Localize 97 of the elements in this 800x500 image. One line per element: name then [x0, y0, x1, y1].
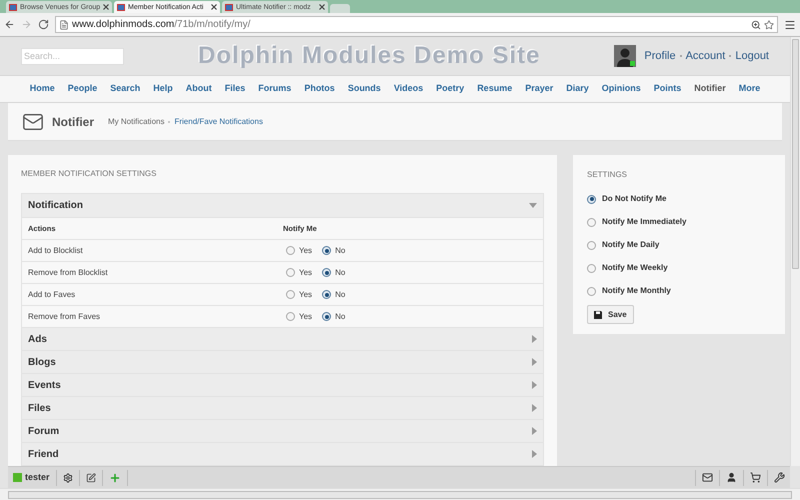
radio-button[interactable]: [286, 268, 295, 277]
caret-right-icon: [532, 404, 537, 412]
site-title: Dolphin Modules Demo Site: [197, 41, 542, 71]
cart-icon[interactable]: [750, 472, 761, 483]
search-field[interactable]: Search...: [21, 48, 124, 64]
close-icon[interactable]: [103, 4, 109, 10]
radio-label: Yes: [299, 244, 312, 256]
nav-link[interactable]: Forums: [258, 82, 292, 96]
user-icon[interactable]: [726, 472, 737, 483]
nav-link[interactable]: Opinions: [602, 82, 641, 96]
address-field[interactable]: www.dolphinmods.com/71b/m/notify/my/: [55, 16, 778, 33]
zoom-icon[interactable]: [751, 20, 761, 30]
horizontal-scrollbar[interactable]: [0, 488, 800, 500]
radio-button[interactable]: [587, 194, 596, 204]
action-label: Add to Blocklist: [28, 244, 84, 256]
accordion-header[interactable]: Forum: [22, 420, 543, 443]
radio-label: Yes: [299, 310, 312, 322]
nav-link[interactable]: Resume: [477, 82, 512, 96]
page-icon: [59, 20, 69, 30]
save-button[interactable]: Save: [587, 305, 634, 324]
site-favicon-icon: [225, 4, 233, 10]
vertical-scrollbar[interactable]: [790, 37, 800, 466]
radio-label: No: [335, 266, 346, 278]
action-label: Add to Faves: [28, 288, 76, 300]
nav-link[interactable]: People: [68, 82, 98, 96]
radio-button[interactable]: [587, 218, 596, 226]
nav-link[interactable]: Home: [30, 82, 55, 96]
action-label: Remove from Faves: [28, 310, 102, 322]
radio-label: Do Not Notify Me: [602, 193, 666, 205]
caret-right-icon: [532, 358, 537, 366]
accordion-header[interactable]: Ads: [22, 328, 543, 351]
radio-label: No: [335, 244, 346, 256]
status-square-icon: [13, 473, 22, 482]
radio-label: No: [335, 310, 346, 322]
wrench-icon[interactable]: [774, 472, 785, 483]
site-favicon-icon: [117, 4, 125, 10]
bookmark-star-icon[interactable]: [764, 20, 774, 30]
radio-button[interactable]: [322, 312, 332, 321]
close-icon[interactable]: [319, 4, 325, 10]
menu-icon[interactable]: [784, 18, 796, 30]
nav-link[interactable]: Diary: [566, 82, 589, 96]
nav-link[interactable]: Photos: [304, 82, 335, 96]
nav-link[interactable]: Files: [224, 82, 246, 96]
radio-label: Notify Me Immediately: [602, 216, 686, 228]
nav-link[interactable]: Help: [153, 82, 173, 96]
user-link[interactable]: Profile: [644, 48, 676, 64]
accordion-header[interactable]: Events: [22, 374, 543, 397]
accordion-header[interactable]: Blogs: [22, 351, 543, 374]
nav-link[interactable]: Sounds: [348, 82, 381, 96]
radio-button[interactable]: [322, 246, 332, 255]
compose-icon[interactable]: [86, 472, 96, 482]
radio-button[interactable]: [587, 240, 596, 250]
radio-label: Notify Me Weekly: [602, 262, 668, 274]
nav-link[interactable]: More: [738, 82, 760, 96]
radio-label: Yes: [299, 288, 312, 300]
close-icon[interactable]: [211, 4, 217, 10]
page-title: Notifier: [52, 114, 94, 130]
caret-right-icon: [532, 427, 537, 435]
radio-button[interactable]: [322, 268, 332, 277]
caret-down-icon: [529, 203, 537, 208]
radio-label: No: [335, 288, 346, 300]
caret-right-icon: [532, 450, 537, 458]
radio-button[interactable]: [286, 312, 295, 321]
page-tab-link[interactable]: Friend/Fave Notifications: [174, 116, 263, 128]
nav-link[interactable]: Prayer: [525, 82, 554, 96]
site-favicon-icon: [9, 4, 17, 10]
nav-link[interactable]: Search: [110, 82, 140, 96]
nav-link[interactable]: Videos: [394, 82, 424, 96]
nav-link[interactable]: About: [186, 82, 212, 96]
mail-icon[interactable]: [702, 472, 713, 483]
reload-icon[interactable]: [38, 19, 49, 30]
user-link[interactable]: Account: [686, 48, 726, 64]
nav-link[interactable]: Notifier: [694, 82, 726, 96]
caret-right-icon: [532, 335, 537, 343]
radio-button[interactable]: [286, 290, 295, 299]
radio-button[interactable]: [587, 264, 596, 272]
radio-button[interactable]: [322, 290, 332, 299]
accordion-header[interactable]: Friend: [22, 443, 543, 466]
radio-button[interactable]: [587, 286, 596, 296]
accordion-header[interactable]: Notification: [22, 194, 543, 218]
online-status-icon: [630, 61, 636, 66]
settings-icon[interactable]: [62, 472, 73, 482]
action-label: Remove from Blocklist: [28, 266, 109, 278]
nav-link[interactable]: Poetry: [436, 82, 464, 96]
section-heading: SETTINGS: [587, 169, 628, 181]
nav-link[interactable]: Points: [654, 82, 682, 96]
username: tester: [25, 470, 50, 484]
radio-label: Yes: [299, 266, 312, 278]
page-tab-link[interactable]: My Notifications: [108, 116, 164, 128]
caret-right-icon: [532, 381, 537, 389]
radio-button[interactable]: [286, 246, 295, 255]
back-icon[interactable]: [4, 19, 15, 30]
radio-label: Notify Me Daily: [602, 239, 660, 251]
radio-label: Notify Me Monthly: [602, 285, 671, 297]
section-heading: MEMBER NOTIFICATION SETTINGS: [21, 168, 158, 180]
user-link[interactable]: Logout: [735, 48, 769, 64]
accordion-header[interactable]: Files: [22, 397, 543, 420]
